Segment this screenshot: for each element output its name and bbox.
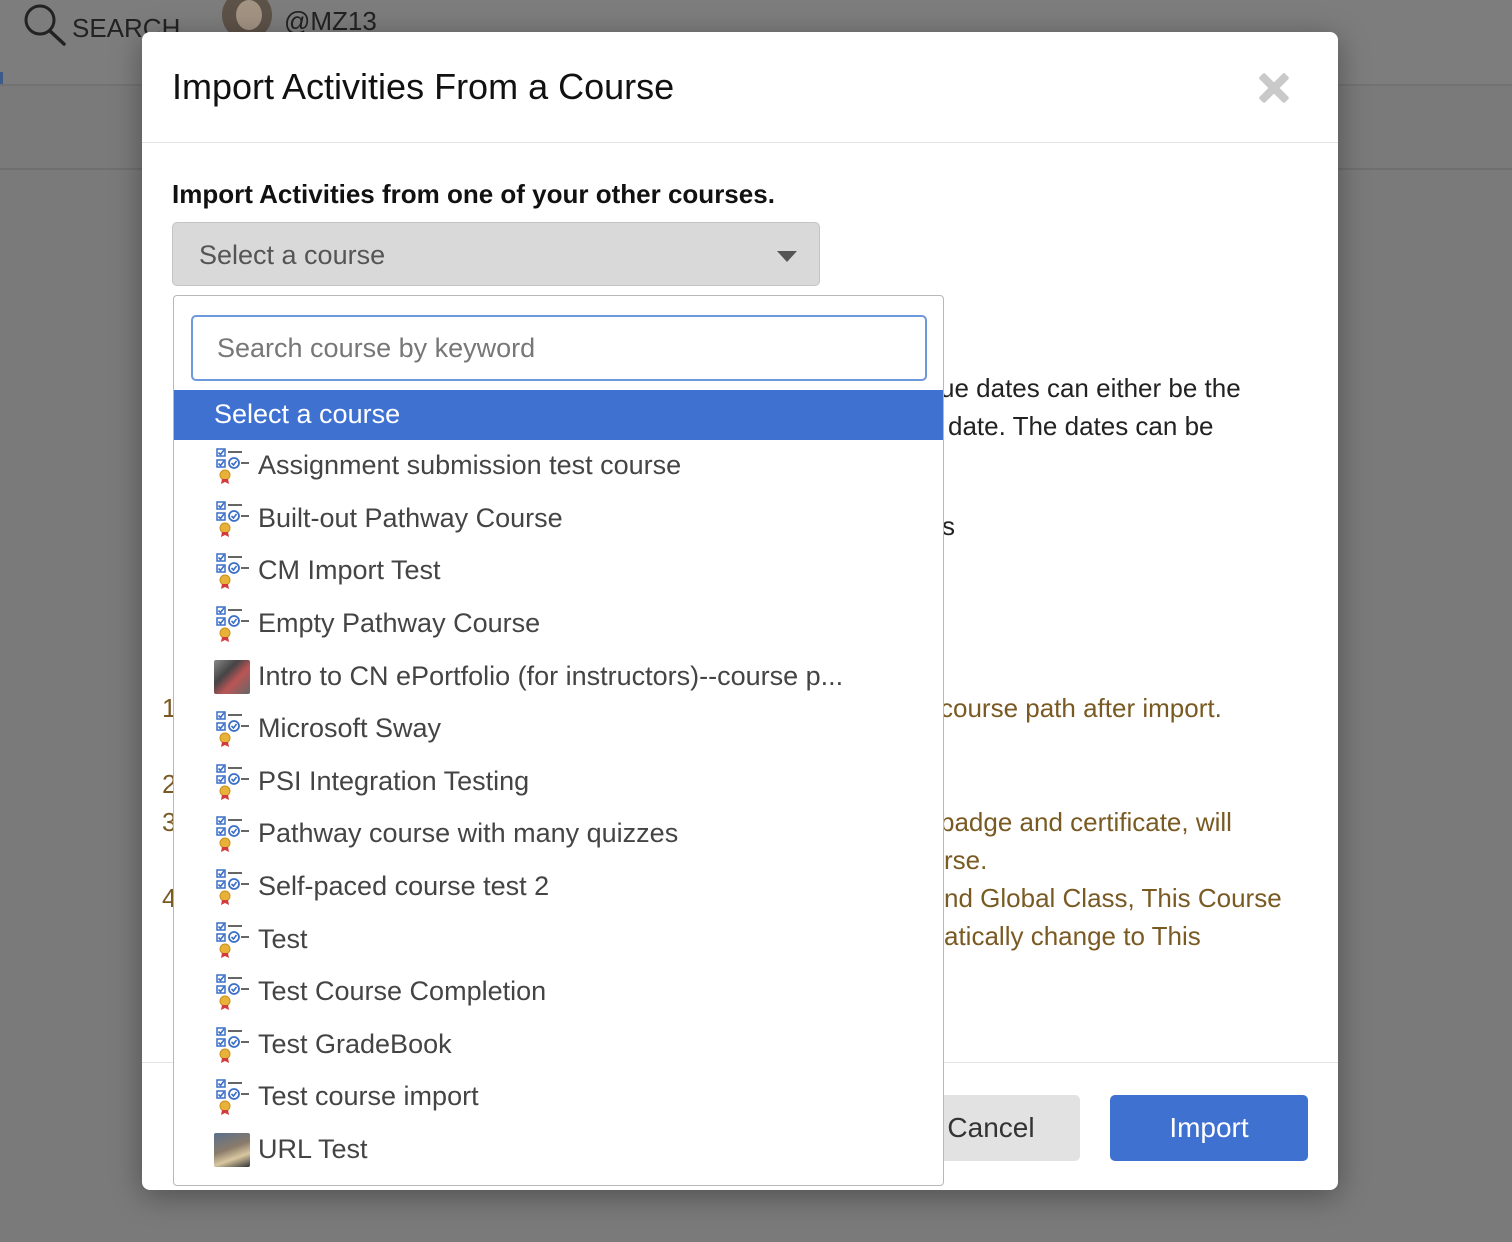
pathway-icon — [216, 869, 250, 906]
course-select-value: Select a course — [199, 240, 386, 270]
course-option[interactable]: PSI Integration Testing — [174, 756, 943, 809]
pathway-icon — [216, 606, 250, 643]
note-line: ue dates can either be the — [940, 373, 1241, 403]
course-option[interactable]: Test course import — [174, 1071, 943, 1124]
course-option[interactable]: CM Import Test — [174, 545, 943, 598]
course-option[interactable]: URL Test — [174, 1124, 943, 1177]
course-search-input[interactable] — [191, 315, 927, 381]
option-label: Empty Pathway Course — [258, 607, 541, 638]
option-label: Test course import — [258, 1081, 479, 1112]
pathway-icon — [216, 501, 250, 537]
chevron-down-icon — [777, 251, 797, 262]
nav-accent — [0, 72, 3, 84]
import-button[interactable]: Import — [1110, 1095, 1308, 1161]
course-option[interactable]: Pathway course with many quizzes — [174, 808, 943, 861]
intro-label: Import Activities from one of your other… — [172, 179, 775, 209]
pathway-icon — [216, 764, 250, 800]
note-line: date. The dates can be — [948, 411, 1214, 441]
course-select[interactable]: Select a course — [172, 222, 820, 286]
option-label: Microsoft Sway — [258, 713, 442, 744]
course-option[interactable]: Test — [174, 913, 943, 966]
pathway-icon — [216, 816, 250, 853]
pathway-icon — [216, 1079, 250, 1116]
option-label: Select a course — [214, 398, 401, 429]
option-label: CM Import Test — [258, 555, 441, 586]
modal-header: Import Activities From a Course — [142, 32, 1338, 143]
pathway-icon — [216, 553, 250, 590]
note-line: badge and certificate, will — [940, 807, 1232, 837]
note-line: atically change to This — [944, 921, 1201, 951]
pathway-icon — [216, 974, 250, 1011]
option-label: Pathway course with many quizzes — [258, 818, 679, 849]
option-label: Self-paced course test 2 — [258, 870, 550, 901]
search-icon — [24, 4, 66, 46]
course-thumbnail-icon — [214, 1133, 250, 1168]
note-line: rse. — [944, 845, 988, 875]
note-line: course path after import. — [940, 693, 1222, 723]
course-option[interactable]: Test Course Completion — [174, 966, 943, 1019]
option-label: Assignment submission test course — [258, 450, 682, 481]
course-option[interactable]: Intro to CN ePortfolio (for instructors)… — [174, 650, 943, 703]
option-select-a-course[interactable]: Select a course — [174, 390, 943, 440]
course-option[interactable]: Test GradeBook — [174, 1019, 943, 1072]
pathway-icon — [216, 1027, 250, 1063]
option-label: Test Course Completion — [258, 976, 547, 1007]
option-label: Built-out Pathway Course — [258, 502, 563, 533]
pathway-icon — [216, 921, 250, 958]
course-option[interactable]: Self-paced course test 2 — [174, 861, 943, 914]
course-option[interactable]: Built-out Pathway Course — [174, 493, 943, 546]
note-line: nd Global Class, This Course — [944, 883, 1282, 913]
course-option[interactable]: Empty Pathway Course — [174, 598, 943, 651]
course-dropdown: Select a course Assignment submission te… — [173, 295, 944, 1186]
option-label: Test — [258, 923, 308, 954]
pathway-icon — [216, 448, 250, 485]
option-label: URL Test — [258, 1133, 368, 1164]
course-option[interactable]: Microsoft Sway — [174, 703, 943, 756]
course-thumbnail-icon — [214, 659, 250, 694]
course-option[interactable]: Assignment submission test course — [174, 440, 943, 493]
course-options-list: Select a course Assignment submission te… — [174, 390, 943, 1176]
pathway-icon — [216, 711, 250, 748]
option-label: Test GradeBook — [258, 1028, 452, 1059]
close-icon[interactable] — [1254, 68, 1294, 108]
option-label: PSI Integration Testing — [258, 765, 530, 796]
modal-title: Import Activities From a Course — [172, 66, 675, 107]
option-label: Intro to CN ePortfolio (for instructors)… — [258, 660, 844, 691]
